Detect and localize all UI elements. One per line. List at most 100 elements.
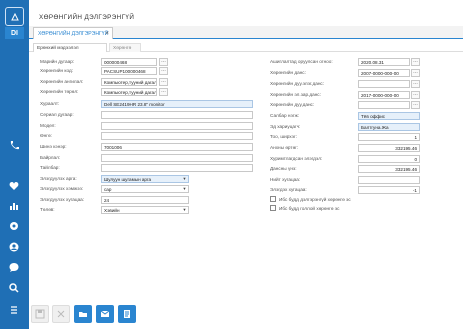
chevron-down-icon[interactable]: ▼ <box>182 175 187 183</box>
right-field-label: Хөрөнгийн дуу.данс: <box>270 102 315 107</box>
lookup-button[interactable]: … <box>411 58 420 66</box>
lookup-button[interactable]: … <box>411 80 420 88</box>
left-field-label: Марийн дугаар: <box>40 59 75 64</box>
window-title: ХӨРӨНГИЙН ДЭЛГЭРЭНГҮЙ <box>39 14 135 21</box>
settings-icon[interactable] <box>7 303 21 317</box>
left-field-label: Төлөв: <box>40 207 55 212</box>
left-field-input[interactable]: Компьютер,тууний дагал... <box>101 88 157 96</box>
tab-strip: ХӨРӨНГИЙН ДЭЛГЭРЭНГҮЙ × <box>29 26 463 39</box>
user-icon[interactable] <box>7 240 21 254</box>
left-field-input[interactable] <box>101 132 253 140</box>
lookup-button[interactable]: … <box>411 69 420 77</box>
checkbox-2-label: Ибс будд голлой хөрөнгө эс <box>279 206 340 211</box>
right-field-label: Хуримтлагдсан элэгдэл: <box>270 156 323 161</box>
right-field-label: Элэгдэх хугацаа: <box>270 187 307 192</box>
left-field-label: Өнгө: <box>40 133 52 138</box>
checkbox-2[interactable] <box>270 205 276 211</box>
gear-icon[interactable] <box>7 219 21 233</box>
footer-toolbar <box>29 300 463 329</box>
left-field-label: Хөрөнгийн төрөл: <box>40 89 79 94</box>
checkbox-1[interactable] <box>270 196 276 202</box>
left-field-label: Сериал дугаар: <box>40 112 74 117</box>
app-logo[interactable] <box>5 7 24 26</box>
left-field-input[interactable]: Компьютер,тууний дагал... <box>101 78 157 86</box>
left-field-input[interactable] <box>101 111 253 119</box>
right-field-label: Хөрөнгийн дуу.элэг.данс: <box>270 81 325 86</box>
lookup-button[interactable]: … <box>411 91 420 99</box>
right-field-input[interactable]: 332195.46 <box>358 165 420 173</box>
checkbox-1-label: Ибс будд дэлгэрэнгүй хөрөнгө эс <box>279 197 351 202</box>
left-field-label: Хөрөнгийн код: <box>40 68 74 73</box>
left-field-label: Хөрөнгийн ангилал: <box>40 79 84 84</box>
left-field-input[interactable]: 24 <box>101 196 189 204</box>
lookup-button[interactable]: … <box>159 58 168 66</box>
right-field-label: Эд хариуцагч: <box>270 124 301 129</box>
left-field-input[interactable]: PACSUP100000468 <box>101 67 157 75</box>
heart-icon[interactable] <box>7 179 21 193</box>
right-field-input[interactable]: 1 <box>358 133 420 141</box>
save-button[interactable] <box>31 305 49 323</box>
message-icon <box>100 310 110 317</box>
chevron-down-icon[interactable]: ▼ <box>182 185 187 193</box>
left-field-label: Байрлал: <box>40 155 61 160</box>
message-button[interactable] <box>96 305 114 323</box>
left-field-input[interactable]: Шулуун шугамын арга <box>101 175 189 183</box>
left-field-input[interactable]: Dell SE2419HR 23.8" monitor <box>101 100 253 108</box>
brand-icon <box>10 12 19 20</box>
lookup-button[interactable]: … <box>411 101 420 109</box>
tab-label: ХӨРӨНГИЙН ДЭЛГЭРЭНГҮЙ <box>38 31 109 37</box>
right-field-input[interactable]: 2007-0000-000-00 <box>358 69 410 77</box>
left-field-input[interactable]: сар <box>101 185 189 193</box>
right-field-input[interactable]: Балтгуна.Жа <box>358 123 420 131</box>
right-field-label: Нийт хугацаа: <box>270 177 301 182</box>
left-field-input[interactable]: Хэвийн <box>101 206 189 214</box>
left-field-label: Модел: <box>40 123 56 128</box>
window-header: ХӨРӨНГИЙН ДЭЛГЭРЭНГҮЙ <box>29 8 463 26</box>
left-field-label: Элэгдүүлэх хугацаа: <box>40 197 85 202</box>
open-button[interactable] <box>74 305 92 323</box>
right-field-label: Хөрөнгийн данс: <box>270 70 306 75</box>
right-field-label: Хөрөнгийн эл.зар.данс: <box>270 92 321 97</box>
left-field-input[interactable]: 000000468 <box>101 58 157 66</box>
right-field-input[interactable]: Тёв оффис <box>358 112 420 120</box>
chevron-down-icon[interactable]: ▼ <box>182 206 187 214</box>
right-field-input[interactable]: 332195.46 <box>358 144 420 152</box>
right-field-input[interactable] <box>358 101 410 109</box>
right-field-label: Салбар нэгж: <box>270 113 300 118</box>
right-field-input[interactable]: 0 <box>358 155 420 163</box>
left-field-label: Тайлбар: <box>40 165 60 170</box>
left-field-input[interactable] <box>101 122 253 130</box>
right-field-label: Ашиглалтад оруулсан огноо: <box>270 59 333 64</box>
left-field-input[interactable]: 7001006 <box>101 143 253 151</box>
search-icon[interactable] <box>7 281 21 295</box>
folder-icon <box>79 312 87 317</box>
lookup-button[interactable]: … <box>159 67 168 75</box>
left-field-label: Хураалт: <box>40 101 60 106</box>
lookup-button[interactable]: … <box>159 88 168 96</box>
right-field-label: Тоо, ширхэг: <box>270 134 297 139</box>
chart-icon[interactable] <box>7 199 21 213</box>
right-field-input[interactable]: -1 <box>358 186 420 194</box>
tab-asset-details[interactable]: ХӨРӨНГИЙН ДЭЛГЭРЭНГҮЙ × <box>33 27 113 39</box>
right-field-label: Анхны өртөг: <box>270 145 299 150</box>
right-field-input[interactable]: 2017-0000-000-00 <box>358 91 410 99</box>
copy-button[interactable] <box>118 305 136 323</box>
copy-icon <box>124 310 130 318</box>
right-field-input[interactable]: 2020.08.31 <box>358 58 410 66</box>
subtab-asset[interactable]: Хөрөнгө <box>109 43 141 52</box>
phone-icon[interactable] <box>7 138 21 152</box>
left-field-input[interactable] <box>101 154 253 162</box>
lookup-button[interactable]: … <box>159 78 168 86</box>
save-icon <box>35 309 45 319</box>
right-field-label: Дансны үнэ: <box>270 166 297 171</box>
print-button[interactable] <box>52 305 70 323</box>
sub-tab-strip: Ерөнхий мэдээлэл Хөрөнгө <box>29 42 463 52</box>
logo-text: DI <box>5 27 24 39</box>
close-icon[interactable]: × <box>105 30 109 37</box>
subtab-general[interactable]: Ерөнхий мэдээлэл <box>33 43 107 52</box>
left-field-label: Элэгдүүлэх хэмжээ: <box>40 186 84 191</box>
right-field-input[interactable] <box>358 176 420 184</box>
right-field-input[interactable] <box>358 80 410 88</box>
chat-icon[interactable] <box>7 260 21 274</box>
left-field-input[interactable] <box>101 164 253 172</box>
